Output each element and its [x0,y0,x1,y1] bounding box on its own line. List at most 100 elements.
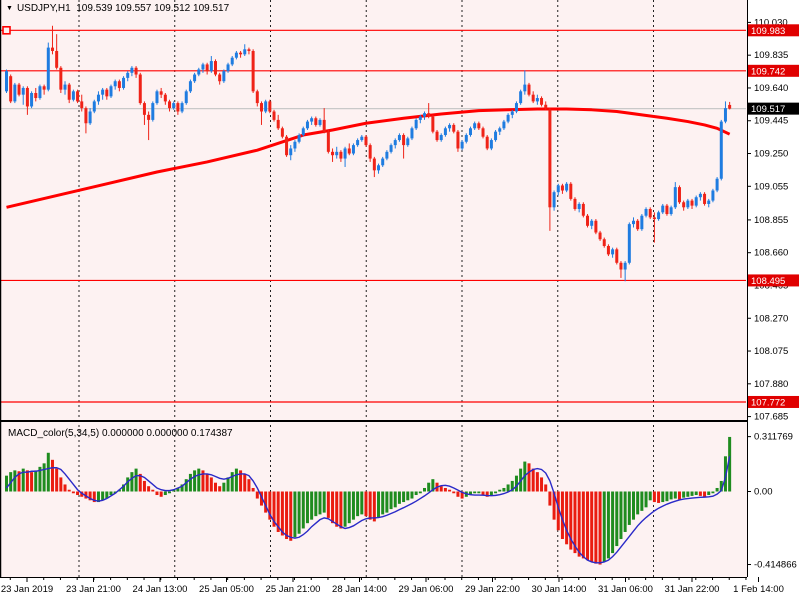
candle-body [615,249,619,263]
candle-body [489,140,493,149]
macd-histogram-bar [55,468,59,492]
macd-histogram-bar [535,472,539,492]
candle-body [351,145,355,154]
chart-title: ▼ USDJPY,H1 109.539 109.557 109.512 109.5… [6,3,229,14]
macd-histogram-bar [251,487,255,492]
macd-histogram-bar [5,475,8,492]
candle-body [151,103,155,120]
price-tick-label: 109.250 [754,149,788,160]
macd-histogram-bar [360,491,364,515]
macd-histogram-bar [101,491,105,501]
macd-histogram-bar [694,491,698,496]
macd-histogram-bar [351,491,355,520]
candle-body [272,111,276,120]
macd-histogram-bar [364,491,368,517]
macd-histogram-bar [71,491,75,494]
macd-histogram-bar [443,487,447,492]
price-badge-label: 109.517 [751,104,785,115]
macd-histogram-bar [648,491,652,501]
candle-body [356,140,360,146]
macd-histogram-bar [343,491,347,527]
macd-histogram-bar [13,470,17,492]
price-badge-label: 107.772 [751,397,785,408]
macd-histogram-bar [347,491,351,524]
macd-histogram-bar [130,472,134,492]
time-tick-label: 24 Jan 13:00 [133,584,188,595]
macd-histogram-bar [255,491,259,499]
candle-body [423,113,426,117]
candle-body [711,190,715,201]
time-tick-label: 25 Jan 05:00 [199,584,254,595]
candle-body [339,151,343,159]
candle-body [414,119,418,129]
candle-body [427,113,431,117]
candle-body [21,87,25,95]
macd-histogram-bar [489,491,493,496]
candle-body [184,91,188,104]
candle-body [305,121,309,129]
candle-body [473,123,477,129]
candle-body [498,128,502,132]
candle-body [322,119,326,132]
macd-histogram-bar [414,491,418,496]
candle-body [109,86,113,97]
macd-histogram-bar [326,491,330,518]
price-badge-label: 109.742 [751,66,785,77]
macd-histogram-bar [310,491,314,520]
macd-histogram-bar [657,491,661,503]
macd-histogram-bar [205,473,209,492]
candle-body [402,135,406,146]
macd-histogram-bar [665,491,669,502]
candle-body [63,84,67,90]
terminal-chart-window: 110.030 109.835 109.640 109.445 109.250 109.0… [0,0,800,600]
time-tick-label: 31 Jan 06:00 [598,584,653,595]
candle-body [519,91,523,104]
macd-histogram-bar [452,491,456,494]
candle-body [723,108,727,122]
macd-histogram-bar [50,459,54,492]
candle-body [372,158,376,171]
candle-body [147,114,151,120]
time-tick-label: 29 Jan 22:00 [465,584,520,595]
candle-body [456,131,460,149]
macd-histogram-bar [372,491,376,522]
macd-histogram-bar [606,491,610,559]
chart-canvas[interactable]: 110.030109.835109.640109.445109.250109.0… [0,0,800,600]
candle-body [594,220,598,233]
macd-histogram-bar [147,486,151,492]
candle-body [55,50,59,68]
candle-body [314,118,318,125]
candle-body [138,74,142,104]
candle-body [673,187,677,208]
macd-histogram-bar [531,468,535,492]
candle-body [205,64,209,72]
macd-histogram-bar [222,482,226,492]
candle-body [715,178,719,191]
price-tick-label: 108.660 [754,248,788,259]
macd-histogram-bar [402,491,406,503]
candle-body [377,165,381,171]
candle-body [669,207,673,215]
candle-body [117,81,121,88]
level-marker-icon [2,25,11,35]
macd-histogram-bar [314,491,318,517]
macd-histogram-bar [477,491,481,494]
candle-body [251,50,255,92]
macd-histogram-bar [42,463,46,492]
macd-histogram-bar [230,472,234,492]
macd-histogram-bar [677,491,681,500]
macd-histogram-bar [226,477,230,492]
candle-body [623,262,627,270]
macd-histogram-bar [636,491,640,515]
price-tick-label: 109.640 [754,83,788,94]
macd-histogram-bar [615,491,619,547]
candle-body [569,183,573,199]
price-tick-label: 108.075 [754,346,788,357]
candle-body [648,208,652,218]
symbol-period-label: USDJPY,H1 [16,3,71,14]
macd-histogram-bar [234,468,238,492]
candle-body [586,215,590,226]
time-tick-label: 28 Jan 14:00 [332,584,387,595]
price-badge-label: 108.495 [751,276,785,287]
macd-histogram-bar [377,491,381,518]
